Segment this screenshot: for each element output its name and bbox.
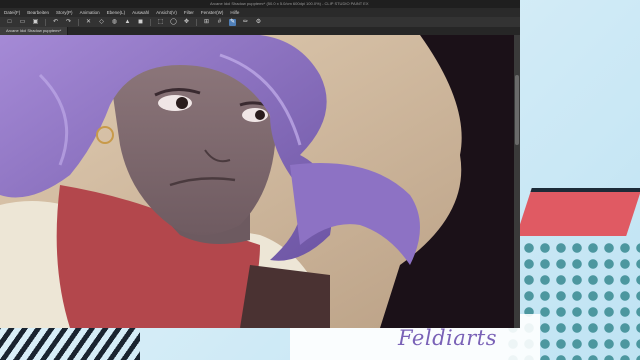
toolbar-separator — [78, 18, 79, 26]
undo-icon[interactable]: ↶ — [52, 19, 59, 26]
pen-icon[interactable]: ✎ — [229, 18, 236, 26]
menu-help[interactable]: Hilfe — [230, 10, 239, 15]
brush-icon[interactable]: ▲ — [124, 19, 131, 26]
tab-document[interactable]: Arcane Idol Shadow pupptemr* — [0, 27, 69, 35]
decor-red-shape — [516, 188, 640, 236]
clear-icon[interactable]: ✕ — [85, 19, 92, 26]
drawing-canvas[interactable] — [0, 35, 514, 328]
redo-icon[interactable]: ↷ — [65, 19, 72, 26]
pencil-icon[interactable]: ✏ — [242, 19, 249, 26]
menu-layer[interactable]: Ebene(L) — [107, 10, 126, 15]
scrollbar-thumb[interactable] — [515, 75, 519, 145]
artist-signature: Feldiarts — [398, 326, 497, 350]
menu-view[interactable]: Ansicht(V) — [156, 10, 177, 15]
decor-stripes — [0, 326, 140, 360]
fill-icon[interactable]: ◍ — [111, 19, 118, 26]
lasso-icon[interactable]: ◯ — [170, 19, 177, 26]
toolbar-separator — [196, 18, 197, 26]
document-tabs: Arcane Idol Shadow pupptemr* — [0, 27, 520, 35]
select-icon[interactable]: ⬚ — [157, 19, 164, 26]
menu-filter[interactable]: Filter — [184, 10, 194, 15]
menu-story[interactable]: Story(P) — [56, 10, 73, 15]
settings-icon[interactable]: ⚙ — [255, 19, 262, 26]
move-icon[interactable]: ✥ — [183, 19, 190, 26]
toolbar-separator — [150, 18, 151, 26]
menu-bar: Datei(F) Bearbeiten Story(P) Animation E… — [0, 8, 520, 17]
command-bar: □ ▭ ▣ ↶ ↷ ✕ ◇ ◍ ▲ ◼ ⬚ ◯ ✥ ⊞ # ✎ ✏ ⚙ — [0, 17, 520, 27]
new-file-icon[interactable]: □ — [6, 19, 13, 26]
title-bar: Arcane Idol Shadow pupptemr* (50.0 x 5.0… — [0, 0, 520, 8]
vertical-scrollbar[interactable] — [514, 35, 520, 328]
snap-icon[interactable]: ⊞ — [203, 19, 210, 26]
menu-file[interactable]: Datei(F) — [4, 10, 20, 15]
menu-window[interactable]: Fenster(W) — [201, 10, 224, 15]
menu-animation[interactable]: Animation — [80, 10, 100, 15]
toolbar-separator — [45, 18, 46, 26]
artwork — [0, 35, 514, 328]
window-title: Arcane Idol Shadow pupptemr* (50.0 x 5.0… — [210, 1, 369, 6]
eraser-icon[interactable]: ◼ — [137, 19, 144, 26]
app-window: Arcane Idol Shadow pupptemr* (50.0 x 5.0… — [0, 0, 520, 328]
open-icon[interactable]: ▭ — [19, 19, 26, 26]
menu-edit[interactable]: Bearbeiten — [27, 10, 49, 15]
menu-select[interactable]: Auswahl — [132, 10, 149, 15]
grid-icon[interactable]: # — [216, 19, 223, 26]
transform-icon[interactable]: ◇ — [98, 19, 105, 26]
save-icon[interactable]: ▣ — [32, 19, 39, 26]
